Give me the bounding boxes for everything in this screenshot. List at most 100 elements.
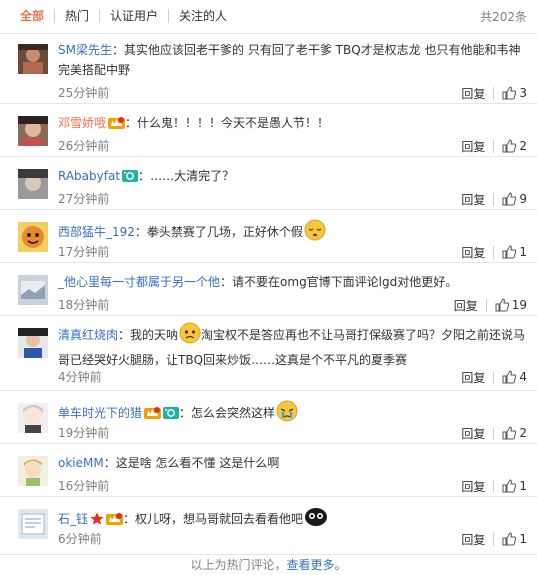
comment-item: 西部猛牛_192：拳头禁赛了几场，正好休个假 17分钟前 回复 1 — [0, 209, 537, 262]
comment-username[interactable]: RAbabyfat — [58, 169, 120, 183]
avatar-icon[interactable] — [18, 328, 48, 358]
member-crown-icon — [106, 512, 124, 532]
comment-text-block: _他心里每一寸都属于另一个他：请不要在omg官博下面评论lgd对他更好。 — [58, 272, 527, 292]
comment-text-block: okieMM：这是啥 怎么看不懂 这是什么啊 — [58, 453, 527, 473]
thumbs-up-icon — [502, 370, 517, 384]
comment-username[interactable]: 石_钰 — [58, 512, 88, 526]
divider — [493, 479, 495, 493]
comment-username[interactable]: SM梁先生 — [58, 43, 112, 57]
like-button[interactable]: 19 — [495, 298, 527, 312]
comment-separator: ： — [111, 43, 124, 57]
comment-separator: ： — [179, 406, 192, 420]
view-more-link[interactable]: 查看更多。 — [287, 558, 347, 572]
reply-button[interactable]: 回复 — [461, 138, 485, 155]
like-button[interactable]: 2 — [502, 139, 527, 153]
avatar-icon[interactable] — [18, 222, 48, 252]
worried-face-icon — [179, 322, 201, 350]
reply-button[interactable]: 回复 — [454, 297, 478, 314]
avatar-icon[interactable] — [18, 44, 48, 74]
comment-separator: ： — [118, 328, 131, 342]
comment-text-start: 我的天呐 — [130, 328, 179, 342]
like-count: 1 — [519, 479, 527, 493]
member-crown-icon — [144, 406, 162, 426]
member-crown-icon — [108, 116, 126, 136]
reply-button[interactable]: 回复 — [461, 85, 485, 102]
comment-filter-tabs: 全部 热门 认证用户 关注的人 共202条 — [0, 0, 537, 32]
reply-button[interactable]: 回复 — [461, 478, 485, 495]
tab-all[interactable]: 全部 — [20, 9, 54, 23]
comment-item: 石_钰 ：权儿呀，想马哥就回去看看他吧 6分钟前 回复 1 — [0, 496, 537, 553]
like-count: 2 — [519, 139, 527, 153]
like-count: 3 — [519, 86, 527, 100]
like-count: 9 — [519, 192, 527, 206]
comment-separator: ： — [138, 169, 151, 183]
thumbs-up-icon — [495, 298, 509, 312]
divider — [493, 86, 495, 100]
like-count: 19 — [511, 298, 527, 312]
comment-separator: ： — [134, 225, 147, 239]
comment-item: 邓雪娇哦 ：什么鬼！！！！今天不是愚人节！！ 26分钟前 回复 2 — [0, 103, 537, 156]
thumbs-up-icon — [502, 86, 517, 100]
comment-separator: ： — [123, 512, 136, 526]
comment-text: 其实他应该回老干爹的 只有回了老干爹 TBQ才是权志龙 也只有他能和韦神完美搭配… — [58, 43, 521, 77]
like-button[interactable]: 1 — [502, 245, 527, 259]
thumbs-up-icon — [502, 479, 517, 493]
reply-button[interactable]: 回复 — [461, 369, 485, 386]
like-count: 4 — [519, 370, 527, 384]
reply-button[interactable]: 回复 — [461, 191, 485, 208]
comment-time: 26分钟前 — [58, 139, 110, 153]
tab-hot[interactable]: 热门 — [54, 9, 99, 23]
like-button[interactable]: 9 — [502, 192, 527, 206]
comment-text-block: 清真红烧肉：我的天呐 淘宝权不是答应再也不让马哥打保级赛了吗？夕阳之前还说马哥已经… — [58, 322, 527, 370]
like-button[interactable]: 1 — [502, 532, 527, 546]
divider — [493, 426, 495, 440]
hot-comments-footer: 以上为热门评论，查看更多。 — [0, 554, 537, 575]
reply-button[interactable]: 回复 — [461, 531, 485, 548]
thumbs-up-icon — [502, 532, 517, 546]
comment-text: 请不要在omg官博下面评论lgd对他更好。 — [232, 275, 458, 289]
avatar-icon[interactable] — [18, 509, 48, 539]
avatar-icon[interactable] — [18, 169, 48, 199]
comment-username[interactable]: 清真红烧肉 — [58, 328, 118, 342]
avatar-icon[interactable] — [18, 116, 48, 146]
tab-following[interactable]: 关注的人 — [168, 9, 237, 23]
comment-text-block: RAbabyfat ：……大清完了？ — [58, 166, 527, 189]
comment-item: okieMM：这是啥 怎么看不懂 这是什么啊 16分钟前 回复 1 — [0, 443, 537, 496]
avatar-icon[interactable] — [18, 275, 48, 305]
comment-separator: ： — [220, 275, 233, 289]
comment-username[interactable]: 邓雪娇哦 — [58, 116, 106, 130]
like-button[interactable]: 2 — [502, 426, 527, 440]
divider — [493, 370, 495, 384]
comment-text: 权儿呀，想马哥就回去看看他吧 — [135, 512, 304, 526]
like-count: 1 — [519, 245, 527, 259]
divider — [485, 298, 487, 312]
avatar-icon[interactable] — [18, 403, 48, 433]
camera-badge-icon — [122, 169, 139, 189]
comment-time: 16分钟前 — [58, 479, 110, 493]
thumbs-up-icon — [502, 192, 517, 206]
comment-text: 怎么会突然这样 — [191, 406, 276, 420]
tab-verified[interactable]: 认证用户 — [99, 9, 168, 23]
avatar-icon[interactable] — [18, 456, 48, 486]
comment-username[interactable]: 单车时光下的猎 — [58, 406, 142, 420]
comment-text: 什么鬼！！！！今天不是愚人节！！ — [137, 116, 330, 130]
comment-text: ……大清完了？ — [150, 169, 235, 183]
comment-time: 17分钟前 — [58, 245, 110, 259]
like-button[interactable]: 4 — [502, 370, 527, 384]
like-button[interactable]: 3 — [502, 86, 527, 100]
comment-time: 18分钟前 — [58, 298, 110, 312]
comment-text: 这是啥 怎么看不懂 这是什么啊 — [115, 456, 280, 470]
comment-count: 共202条 — [480, 9, 527, 24]
comment-time: 19分钟前 — [58, 426, 110, 440]
footer-text: 以上为热门评论， — [190, 558, 287, 572]
reply-button[interactable]: 回复 — [461, 425, 485, 442]
divider — [493, 532, 495, 546]
comment-item: 单车时光下的猎 ：怎么会突然这样 19分钟前 回复 2 — [0, 390, 537, 443]
comment-separator: ： — [103, 456, 116, 470]
comment-username[interactable]: _他心里每一寸都属于另一个他 — [58, 275, 220, 289]
comment-username[interactable]: okieMM — [58, 456, 104, 470]
comment-text: 拳头禁赛了几场，正好休个假 — [146, 225, 303, 239]
like-button[interactable]: 1 — [502, 479, 527, 493]
comment-username[interactable]: 西部猛牛_192 — [58, 225, 135, 239]
reply-button[interactable]: 回复 — [461, 244, 485, 261]
